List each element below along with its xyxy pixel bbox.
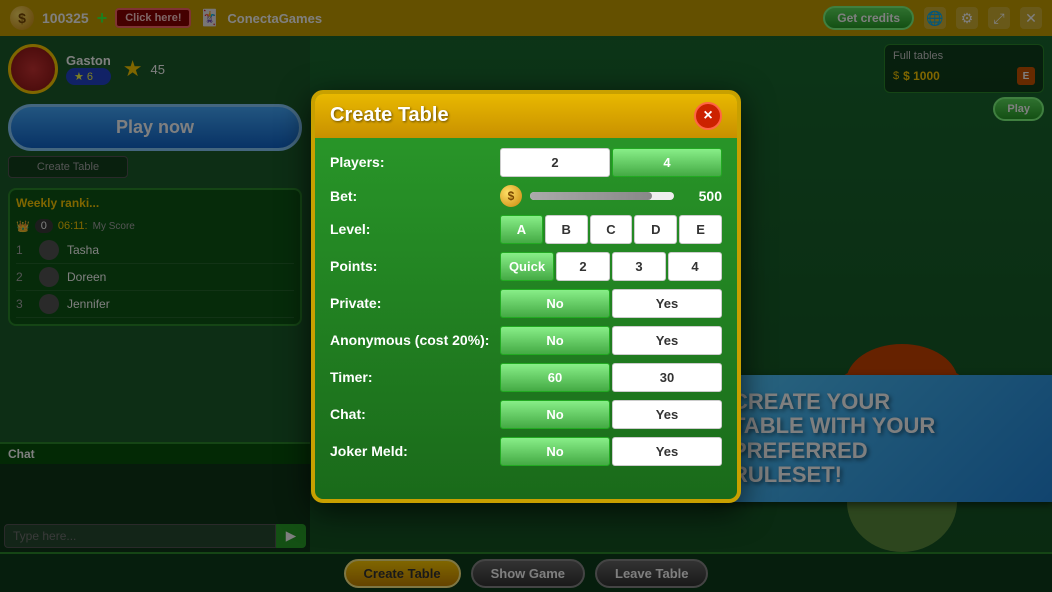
- create-table-modal: Create Table × Players: 2 4 Bet: $: [311, 90, 741, 503]
- timer-label: Timer:: [330, 369, 490, 385]
- chat-row: Chat: No Yes: [330, 400, 722, 429]
- private-controls: No Yes: [500, 289, 722, 318]
- points-label: Points:: [330, 258, 490, 274]
- modal-body: Players: 2 4 Bet: $ 500 Level: [315, 138, 737, 484]
- anonymous-option-no[interactable]: No: [500, 326, 610, 355]
- points-option-4[interactable]: 4: [668, 252, 722, 281]
- private-option-yes[interactable]: Yes: [612, 289, 722, 318]
- bet-slider[interactable]: [530, 192, 674, 200]
- private-row: Private: No Yes: [330, 289, 722, 318]
- bet-controls: $ 500: [500, 185, 722, 207]
- chat-label: Chat:: [330, 406, 490, 422]
- bet-label: Bet:: [330, 188, 490, 204]
- chat-controls: No Yes: [500, 400, 722, 429]
- level-row: Level: A B C D E: [330, 215, 722, 244]
- modal-overlay: Create Table × Players: 2 4 Bet: $: [0, 0, 1052, 592]
- players-label: Players:: [330, 154, 490, 170]
- points-row: Points: Quick 2 3 4: [330, 252, 722, 281]
- players-option-2[interactable]: 2: [500, 148, 610, 177]
- joker-meld-option-yes[interactable]: Yes: [612, 437, 722, 466]
- players-row: Players: 2 4: [330, 148, 722, 177]
- bet-value-display: 500: [682, 188, 722, 204]
- anonymous-row: Anonymous (cost 20%): No Yes: [330, 326, 722, 355]
- level-label: Level:: [330, 221, 490, 237]
- modal-close-button[interactable]: ×: [694, 102, 722, 130]
- level-option-c[interactable]: C: [590, 215, 633, 244]
- bet-coin-icon: $: [500, 185, 522, 207]
- joker-meld-row: Joker Meld: No Yes: [330, 437, 722, 466]
- players-option-4[interactable]: 4: [612, 148, 722, 177]
- level-option-d[interactable]: D: [634, 215, 677, 244]
- timer-controls: 60 30: [500, 363, 722, 392]
- modal-title: Create Table: [330, 104, 449, 127]
- level-option-e[interactable]: E: [679, 215, 722, 244]
- private-option-no[interactable]: No: [500, 289, 610, 318]
- anonymous-label: Anonymous (cost 20%):: [330, 332, 490, 348]
- chat-option-no[interactable]: No: [500, 400, 610, 429]
- points-option-3[interactable]: 3: [612, 252, 666, 281]
- level-option-b[interactable]: B: [545, 215, 588, 244]
- points-option-2[interactable]: 2: [556, 252, 610, 281]
- anonymous-controls: No Yes: [500, 326, 722, 355]
- modal-header: Create Table ×: [315, 94, 737, 138]
- level-controls: A B C D E: [500, 215, 722, 244]
- timer-row: Timer: 60 30: [330, 363, 722, 392]
- timer-option-60[interactable]: 60: [500, 363, 610, 392]
- points-option-quick[interactable]: Quick: [500, 252, 554, 281]
- bet-row: Bet: $ 500: [330, 185, 722, 207]
- timer-option-30[interactable]: 30: [612, 363, 722, 392]
- joker-meld-option-no[interactable]: No: [500, 437, 610, 466]
- level-option-a[interactable]: A: [500, 215, 543, 244]
- bet-slider-fill: [530, 192, 652, 200]
- joker-meld-label: Joker Meld:: [330, 443, 490, 459]
- private-label: Private:: [330, 295, 490, 311]
- players-controls: 2 4: [500, 148, 722, 177]
- joker-meld-controls: No Yes: [500, 437, 722, 466]
- points-controls: Quick 2 3 4: [500, 252, 722, 281]
- anonymous-option-yes[interactable]: Yes: [612, 326, 722, 355]
- chat-option-yes[interactable]: Yes: [612, 400, 722, 429]
